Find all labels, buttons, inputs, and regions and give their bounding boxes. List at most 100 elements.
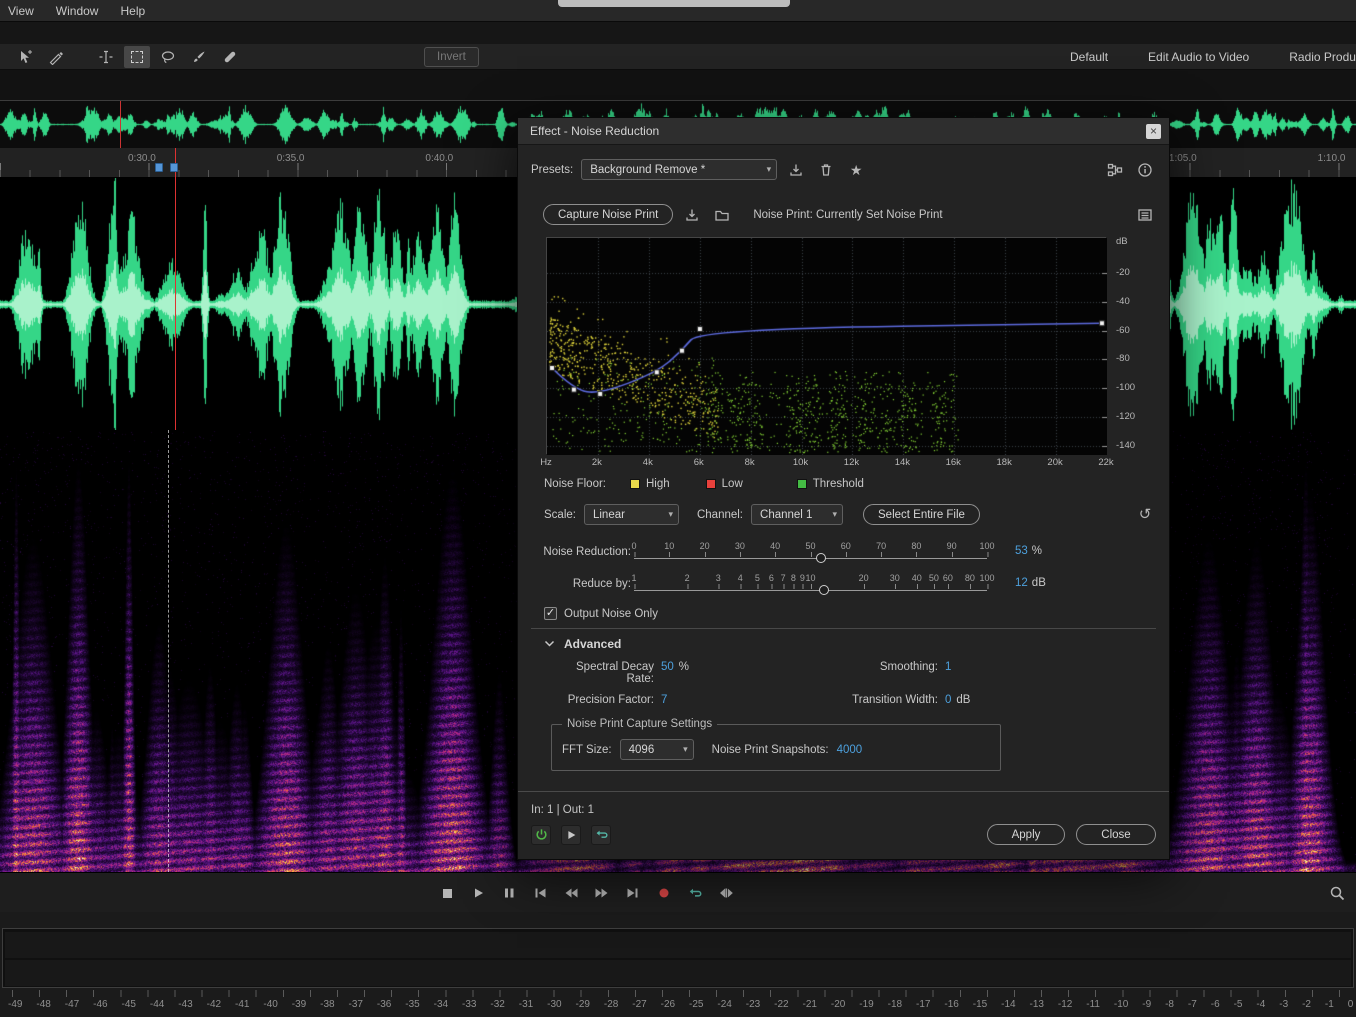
- slider-tick-label: 40: [770, 541, 780, 551]
- routing-icon[interactable]: [1104, 160, 1126, 180]
- delete-preset-icon[interactable]: [815, 160, 837, 180]
- selection-start-handle[interactable]: [155, 163, 163, 172]
- fast-forward-button[interactable]: [591, 882, 613, 904]
- legend-low-swatch: [706, 479, 716, 489]
- preview-play-button[interactable]: [561, 825, 581, 845]
- slider-tick-label: 8: [791, 573, 796, 583]
- output-noise-only-checkbox[interactable]: ✓: [544, 607, 557, 620]
- slider-tick-label: 4: [738, 573, 743, 583]
- output-noise-only-label: Output Noise Only: [564, 608, 658, 620]
- marquee-selection-tool-icon[interactable]: [124, 46, 150, 68]
- freq-axis-label: 8k: [745, 457, 755, 468]
- meter-scale-number: -49: [8, 999, 22, 1010]
- rewind-button[interactable]: [560, 882, 582, 904]
- graph-options-menu-icon[interactable]: [1134, 205, 1156, 225]
- slider-tick-label: 0: [631, 541, 636, 551]
- fft-size-select[interactable]: 4096 ▾: [620, 739, 694, 760]
- select-entire-file-button[interactable]: Select Entire File: [863, 504, 980, 525]
- play-button[interactable]: [467, 882, 489, 904]
- graph-canvas[interactable]: [547, 238, 1107, 455]
- scale-select[interactable]: Linear ▾: [584, 504, 679, 525]
- noise-reduction-thumb[interactable]: [816, 553, 826, 563]
- freq-axis-label: 14k: [895, 457, 910, 468]
- info-icon[interactable]: [1134, 160, 1156, 180]
- meter-scale-number: -41: [235, 999, 249, 1010]
- move-tool-icon[interactable]: [12, 46, 38, 68]
- slider-tick-label: 50: [805, 541, 815, 551]
- chevron-down-icon: ▾: [668, 509, 673, 520]
- meter-scale-number: -2: [1302, 999, 1311, 1010]
- go-to-next-button[interactable]: [622, 882, 644, 904]
- chevron-down-icon: [544, 640, 555, 648]
- load-noise-print-icon[interactable]: [681, 205, 703, 225]
- skip-selection-button[interactable]: [715, 882, 737, 904]
- spot-healing-brush-tool-icon[interactable]: [217, 46, 243, 68]
- selection-end-handle[interactable]: [170, 163, 178, 172]
- pause-button[interactable]: [498, 882, 520, 904]
- advanced-parameter[interactable]: Transition Width: 0 dB: [848, 694, 1156, 706]
- close-icon[interactable]: ×: [1146, 124, 1161, 139]
- dialog-title-bar[interactable]: Effect - Noise Reduction ×: [518, 118, 1169, 145]
- capture-noise-print-button[interactable]: Capture Noise Print: [543, 204, 673, 225]
- meter-scale-number: -13: [1030, 999, 1044, 1010]
- advanced-parameter[interactable]: Smoothing: 1: [848, 661, 1156, 685]
- paintbrush-selection-tool-icon[interactable]: [186, 46, 212, 68]
- noise-floor-graph: dB-20-40-60-80-100-120-140 Hz2k4k6k8k10k…: [546, 237, 1158, 470]
- menu-item[interactable]: View: [8, 4, 34, 18]
- slider-tick-label: 100: [979, 573, 994, 583]
- save-preset-icon[interactable]: [785, 160, 807, 180]
- lasso-selection-tool-icon[interactable]: [155, 46, 181, 68]
- reduce-by-thumb[interactable]: [819, 585, 829, 595]
- reduce-by-unit: dB: [1032, 577, 1046, 589]
- timeline-label: 0:30.0: [128, 153, 156, 164]
- record-button[interactable]: [653, 882, 675, 904]
- meter-scale-number: -30: [547, 999, 561, 1010]
- graph-plot-area[interactable]: [546, 237, 1106, 454]
- meter-scale-number: -37: [349, 999, 363, 1010]
- slider-tick-label: 10: [664, 541, 674, 551]
- menu-item[interactable]: Window: [56, 4, 99, 18]
- meter-scale-number: -44: [150, 999, 164, 1010]
- parameter-label: Precision Factor:: [548, 694, 654, 706]
- reduce-by-slider[interactable]: 12345678910203040506080100: [634, 573, 987, 599]
- meter-scale-number: -22: [774, 999, 788, 1010]
- snapshots-value[interactable]: 4000: [837, 744, 863, 756]
- time-selection-tool-icon[interactable]: [93, 46, 119, 68]
- go-to-previous-button[interactable]: [529, 882, 551, 904]
- workspace-tab[interactable]: Radio Product: [1289, 50, 1356, 64]
- close-button[interactable]: Close: [1076, 824, 1156, 845]
- selection-boundary-line: [168, 430, 169, 872]
- meter-scale-number: -47: [65, 999, 79, 1010]
- workspace-tab[interactable]: Default: [1070, 50, 1108, 64]
- razor-tool-icon[interactable]: [43, 46, 69, 68]
- channel-value: Channel 1: [760, 509, 812, 521]
- meter-scale-number: -5: [1234, 999, 1243, 1010]
- apply-button[interactable]: Apply: [987, 824, 1065, 845]
- meter-scale-number: -16: [944, 999, 958, 1010]
- stop-button[interactable]: [436, 882, 458, 904]
- effect-power-toggle[interactable]: [531, 825, 551, 845]
- playhead-line[interactable]: [175, 148, 176, 430]
- channel-select[interactable]: Channel 1 ▾: [751, 504, 843, 525]
- loop-preview-button[interactable]: [591, 825, 611, 845]
- reset-icon[interactable]: ↺: [1134, 505, 1156, 525]
- advanced-section-header[interactable]: Advanced: [544, 637, 1156, 651]
- advanced-parameter[interactable]: Precision Factor: 7: [548, 694, 848, 706]
- meter-scale-number: -8: [1165, 999, 1174, 1010]
- slider-tick-label: 90: [947, 541, 957, 551]
- db-axis-label: dB: [1116, 236, 1128, 247]
- invert-button[interactable]: Invert: [424, 47, 479, 67]
- zoom-icon[interactable]: [1326, 882, 1348, 904]
- loop-playback-button[interactable]: [684, 882, 706, 904]
- menu-item[interactable]: Help: [120, 4, 145, 18]
- noise-reduction-label: Noise Reduction:: [531, 546, 631, 558]
- folder-icon[interactable]: [711, 205, 733, 225]
- slider-tick-label: 80: [965, 573, 975, 583]
- presets-select[interactable]: Background Remove * ▾: [581, 159, 777, 180]
- noise-floor-legend-label: Noise Floor:: [544, 478, 606, 490]
- meter-scale-number: -36: [377, 999, 391, 1010]
- favorite-star-icon[interactable]: ★: [845, 160, 867, 180]
- noise-reduction-slider[interactable]: 0102030405060708090100: [634, 541, 987, 567]
- workspace-tab[interactable]: Edit Audio to Video: [1148, 50, 1249, 64]
- advanced-parameter[interactable]: Spectral Decay Rate: 50 %: [548, 661, 848, 685]
